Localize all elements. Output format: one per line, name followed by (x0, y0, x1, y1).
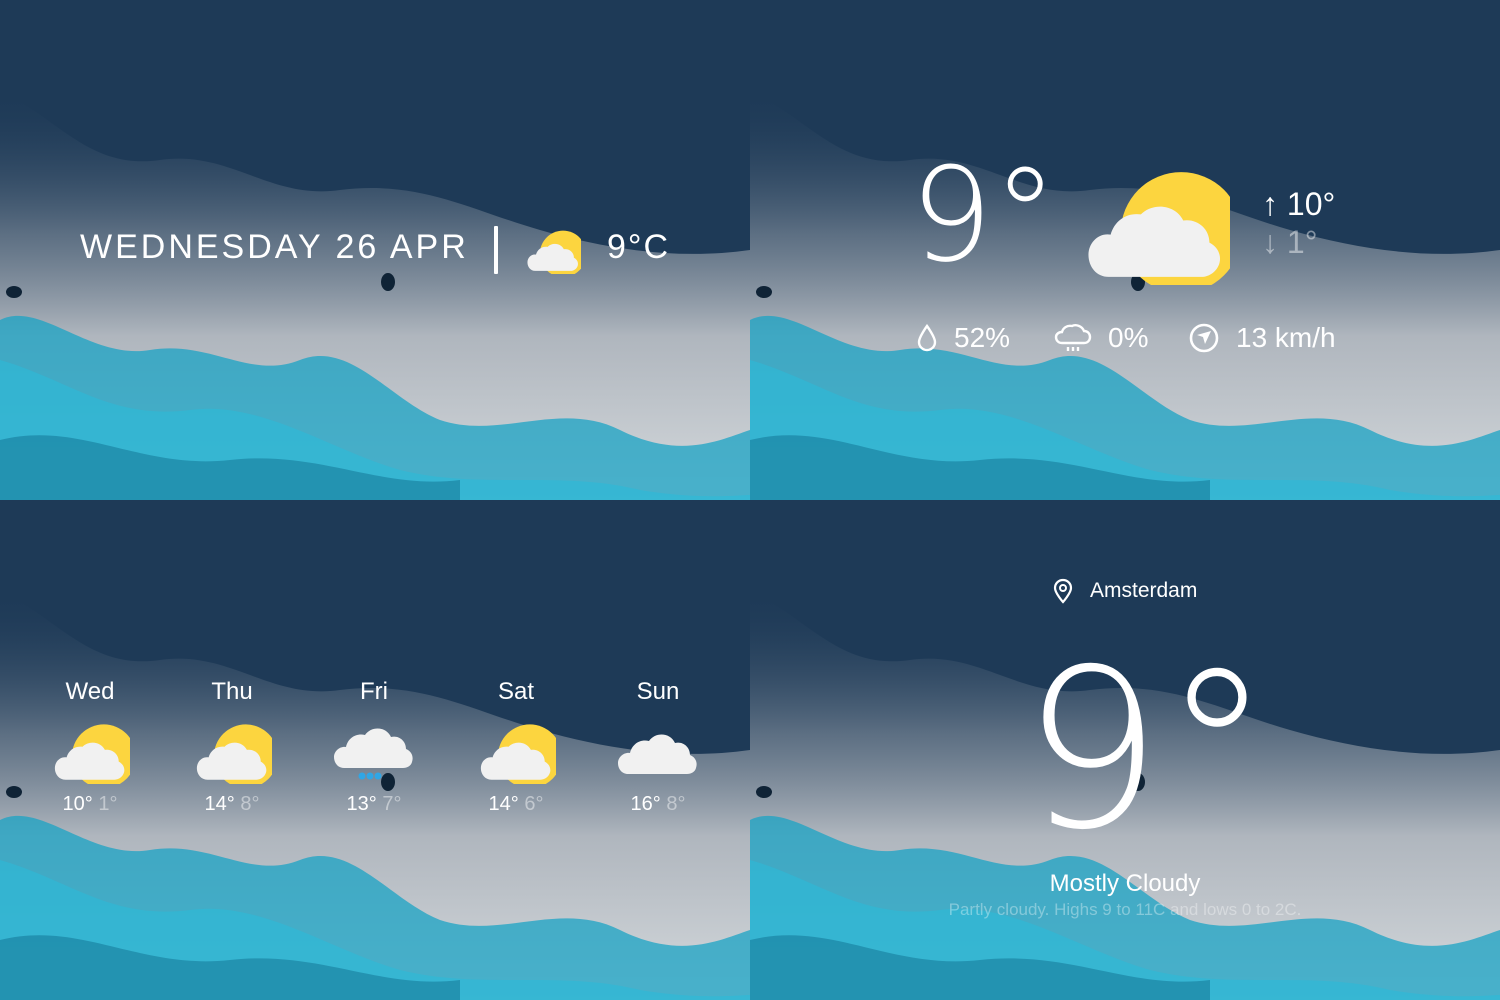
partly-cloudy-icon (1088, 172, 1230, 285)
location-temperature: 9° (1022, 622, 1272, 878)
forecast-temps: 14° 8° (172, 793, 292, 816)
precipitation-stat: 0% (1054, 322, 1148, 354)
forecast-temps: 13° 7° (314, 793, 434, 816)
forecast-low: 7° (382, 793, 402, 815)
current-temperature: 9° (910, 139, 1058, 291)
forecast-temps: 16° 8° (598, 793, 718, 816)
forecast-day-name: Wed (65, 678, 115, 705)
weather-widget-grid: WEDNESDAY 26 APR 9°C 9° ↑ 10° ↓ 1° 52% 0… (0, 0, 1500, 1000)
forecast-low: 1° (98, 793, 118, 815)
high-temperature-value: 10° (1286, 186, 1336, 222)
forecast-day: Wed 10° 1° (30, 678, 150, 816)
condition-title: Mostly Cloudy (1049, 870, 1201, 897)
partly-cloudy-icon (527, 230, 581, 274)
humidity-value: 52% (954, 322, 1011, 353)
forecast-temps: 10° 1° (30, 793, 150, 816)
forecast-low: 8° (666, 793, 686, 815)
date-summary-panel: WEDNESDAY 26 APR 9°C (0, 0, 750, 500)
current-conditions-panel: 9° ↑ 10° ↓ 1° 52% 0% 13 km/h (750, 0, 1500, 500)
arrow-down-icon: ↓ (1262, 224, 1278, 260)
arrow-up-icon: ↑ (1262, 186, 1278, 222)
forecast-low: 6° (524, 793, 544, 815)
partly-cloudy-icon (196, 724, 278, 789)
city-name: Amsterdam (1090, 579, 1198, 602)
current-temperature-label: 9°C (607, 228, 671, 266)
condition-description: Partly cloudy. Highs 9 to 11C and lows 0… (948, 900, 1302, 919)
forecast-low: 8° (240, 793, 260, 815)
forecast-high: 14° (204, 793, 235, 815)
forecast-high: 13° (346, 793, 377, 815)
low-temperature: ↓ 1° (1262, 224, 1317, 261)
rain-cloud-icon (334, 728, 413, 780)
forecast-day: Fri 13° 7° (314, 678, 434, 816)
forecast-high: 14° (488, 793, 519, 815)
forecast-day-name: Sun (636, 678, 680, 705)
precipitation-value: 0% (1108, 322, 1149, 353)
forecast-high: 10° (62, 793, 93, 815)
wind-value: 13 km/h (1236, 322, 1336, 353)
cloud-icon (618, 734, 697, 774)
wind-stat: 13 km/h (1188, 322, 1336, 354)
rain-cloud-icon (1054, 324, 1092, 351)
low-temperature-value: 1° (1286, 224, 1318, 260)
forecast-day-name: Thu (211, 678, 253, 705)
droplet-icon (917, 324, 937, 352)
location-panel: Amsterdam 9° Mostly Cloudy Partly cloudy… (750, 500, 1500, 1000)
high-temperature: ↑ 10° (1262, 186, 1335, 223)
forecast-day-name: Fri (360, 678, 388, 705)
divider (494, 226, 498, 274)
partly-cloudy-icon (480, 724, 562, 789)
humidity-stat: 52% (916, 322, 1010, 354)
location-label: Amsterdam (1052, 578, 1197, 604)
forecast-high: 16° (630, 793, 661, 815)
location-pin-icon (1053, 578, 1073, 604)
forecast-day-name: Sat (497, 678, 535, 705)
forecast-day: Thu 14° 8° (172, 678, 292, 816)
forecast-day: Sun 16° 8° (598, 678, 718, 816)
forecast-panel: Wed 10° 1° Thu 14° 8° Fri 13° 7° Sat 14°… (0, 500, 750, 1000)
compass-icon (1189, 323, 1219, 353)
current-date: WEDNESDAY 26 APR (80, 228, 469, 266)
forecast-day: Sat 14° 6° (456, 678, 576, 816)
forecast-temps: 14° 6° (456, 793, 576, 816)
partly-cloudy-icon (54, 724, 136, 789)
